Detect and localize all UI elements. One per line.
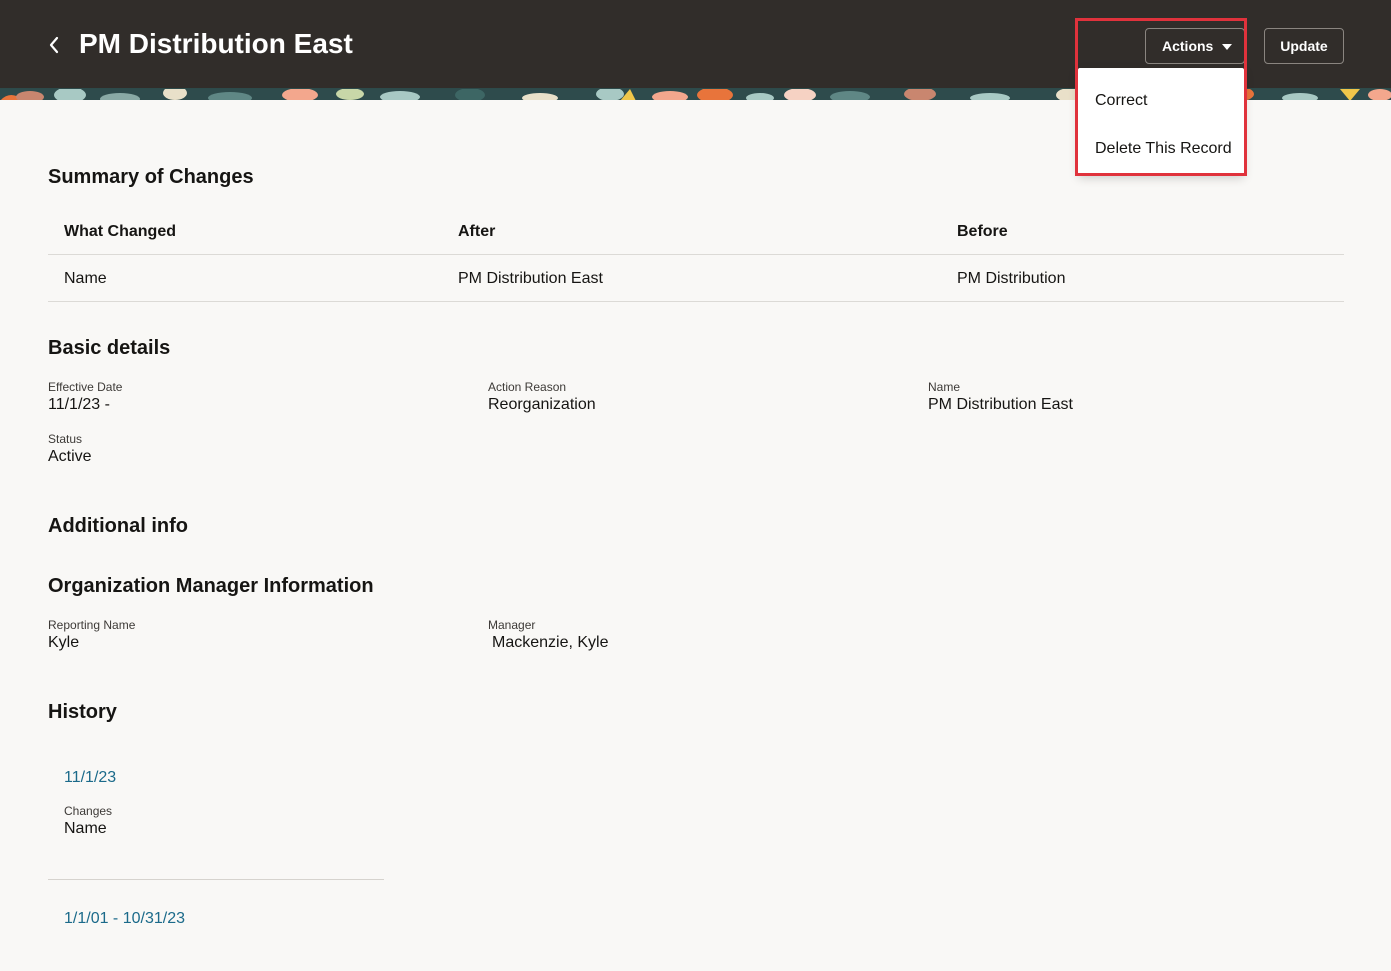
- status-label: Status: [48, 432, 83, 446]
- actions-button[interactable]: Actions: [1145, 28, 1245, 64]
- actions-menu: Correct Delete This Record: [1078, 68, 1244, 174]
- history-divider: [48, 879, 384, 880]
- history-entry-link[interactable]: 11/1/23: [64, 769, 116, 787]
- history-changes-value: Name: [64, 820, 107, 837]
- table-cell-what-changed: Name: [64, 269, 107, 287]
- column-header-after: After: [458, 222, 496, 240]
- menu-item-delete-this-record[interactable]: Delete This Record: [1078, 129, 1244, 169]
- name-label: Name: [928, 380, 961, 394]
- table-row: Name PM Distribution East PM Distributio…: [48, 255, 1344, 302]
- basic-details-title: Basic details: [48, 337, 171, 359]
- summary-of-changes-title: Summary of Changes: [48, 166, 254, 188]
- page-title: PM Distribution East: [79, 28, 353, 59]
- history-changes-label: Changes: [64, 804, 113, 818]
- column-header-before: Before: [957, 222, 1008, 240]
- effective-date-value: 11/1/23 -: [48, 396, 110, 413]
- table-cell-after: PM Distribution East: [458, 269, 603, 287]
- manager-label: Manager: [488, 618, 536, 632]
- summary-table: What Changed After Before Name PM Distri…: [48, 208, 1344, 302]
- action-reason-label: Action Reason: [488, 380, 567, 394]
- additional-info-title: Additional info: [48, 515, 188, 537]
- update-button[interactable]: Update: [1264, 28, 1344, 64]
- effective-date-label: Effective Date: [48, 380, 123, 394]
- name-value: PM Distribution East: [928, 396, 1073, 413]
- status-value: Active: [48, 448, 92, 465]
- reporting-name-value: Kyle: [48, 634, 80, 651]
- organization-manager-information-title: Organization Manager Information: [48, 575, 374, 597]
- menu-item-correct[interactable]: Correct: [1078, 81, 1244, 121]
- reporting-name-label: Reporting Name: [48, 618, 136, 632]
- action-reason-value: Reorganization: [488, 396, 596, 413]
- table-cell-before: PM Distribution: [957, 269, 1066, 287]
- actions-button-label: Actions: [1162, 38, 1214, 54]
- chevron-left-icon: [49, 36, 59, 54]
- back-button[interactable]: [40, 30, 68, 60]
- caret-down-icon: [1222, 44, 1232, 50]
- history-title: History: [48, 701, 117, 723]
- table-header-row: What Changed After Before: [48, 208, 1344, 255]
- history-entry-link[interactable]: 1/1/01 - 10/31/23: [64, 910, 185, 928]
- column-header-what-changed: What Changed: [64, 222, 176, 240]
- manager-value: Mackenzie, Kyle: [492, 634, 609, 651]
